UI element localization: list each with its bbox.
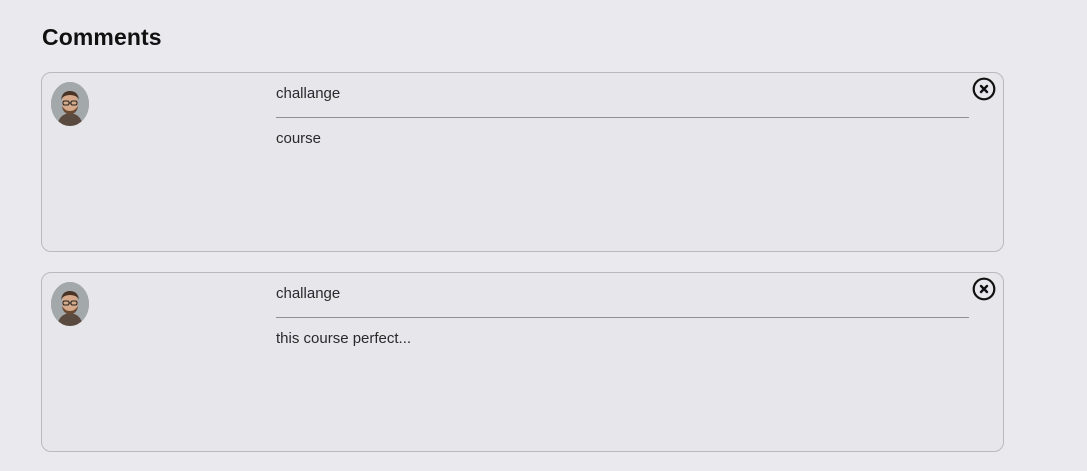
delete-comment-button[interactable] bbox=[971, 76, 997, 102]
comments-page: Comments challange course challange this… bbox=[0, 0, 1087, 471]
comment-divider bbox=[276, 117, 969, 118]
delete-comment-button[interactable] bbox=[971, 276, 997, 302]
comment-author: challange bbox=[276, 285, 341, 302]
comments-heading: Comments bbox=[42, 24, 162, 50]
comment-card: challange this course perfect... bbox=[41, 272, 1004, 452]
comment-author: challange bbox=[276, 85, 341, 102]
user-avatar-icon bbox=[51, 282, 89, 326]
comment-divider bbox=[276, 317, 969, 318]
comment-text: this course perfect... bbox=[276, 330, 412, 347]
comment-card: challange course bbox=[41, 72, 1004, 252]
comment-text: course bbox=[276, 130, 322, 147]
close-circle-icon[interactable] bbox=[972, 77, 996, 101]
close-circle-icon[interactable] bbox=[972, 277, 996, 301]
user-avatar-icon bbox=[51, 82, 89, 126]
